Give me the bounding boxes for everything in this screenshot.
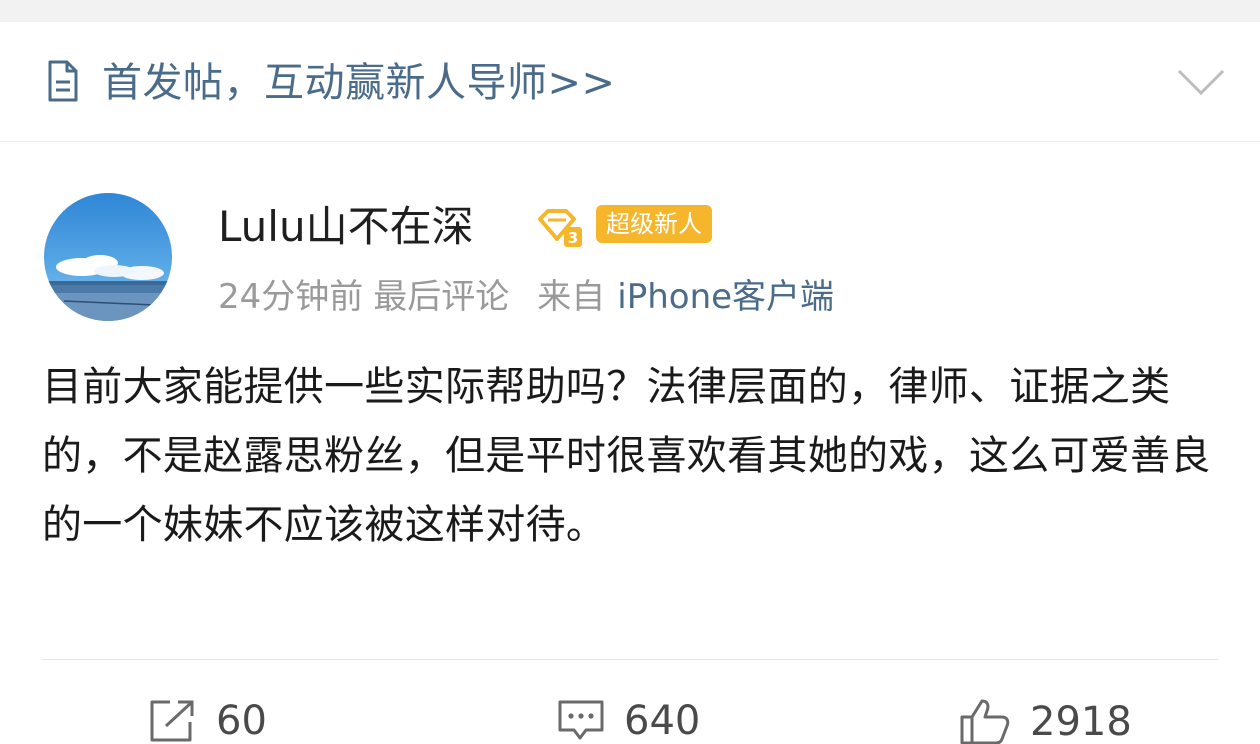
comment-icon [558,700,604,740]
action-bar: 60 640 2918 [0,683,1260,744]
post-meta: 24分钟前 最后评论 来自 iPhone客户端 [218,275,844,319]
username[interactable]: Lulu山不在深 [218,201,474,253]
like-count: 2918 [1030,699,1132,744]
share-icon [150,700,194,742]
svg-text:3: 3 [568,229,578,247]
top-strip [0,0,1260,22]
divider [42,659,1218,660]
thumbs-up-icon [960,699,1010,744]
from-label: 来自 [537,277,606,317]
post-content[interactable]: 目前大家能提供一些实际帮助吗？法律层面的，律师、证据之类的，不是赵露思粉丝，但是… [42,353,1222,560]
source-link[interactable]: iPhone客户端 [617,277,834,317]
comment-button[interactable]: 640 [556,697,700,744]
like-button[interactable]: 2918 [958,697,1132,744]
super-newbie-badge: 超级新人 [596,205,712,243]
comment-count: 640 [624,698,701,744]
last-comment-label: 最后评论 [373,277,510,317]
vip-level-3-icon[interactable]: 3 [534,205,584,249]
chevron-down-icon[interactable] [1176,66,1226,98]
share-count: 60 [216,698,267,744]
post-time: 24分钟前 [218,277,364,317]
share-button[interactable]: 60 [148,697,267,744]
avatar[interactable] [44,193,172,321]
banner-text[interactable]: 首发帖，互动赢新人导师>> [102,58,616,108]
document-icon [48,60,78,102]
post-card: Lulu山不在深 3 超级新人 24分钟前 最后评论 来自 iPhone客户端 目前大… [0,143,1260,744]
newbie-banner[interactable]: 首发帖，互动赢新人导师>> [0,22,1260,142]
